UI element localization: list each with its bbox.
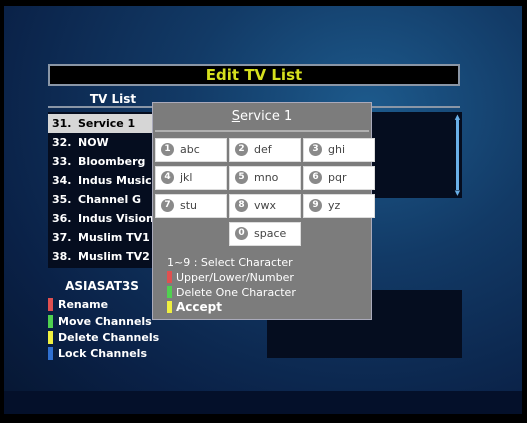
legend-label: Delete Channels [58,331,160,344]
key-2[interactable]: 2 def [229,138,301,162]
hint-label: Upper/Lower/Number [176,271,294,284]
legend-lock-channels[interactable]: Lock Channels [48,346,147,362]
preview-panel [370,112,462,198]
rename-dialog: Service 1 1 abc 2 def 3 ghi 4 jkl 5 mno 6 pqr … [152,102,375,320]
hint-accept: Accept [167,300,222,315]
channel-name: Service 1 [78,117,136,130]
key-8[interactable]: 8 vwx [229,194,301,218]
channel-number: 37. [52,231,72,244]
title-rest: ervice 1 [240,109,293,124]
hint-label: Delete One Character [176,286,296,299]
red-key-icon [167,271,172,283]
channel-row[interactable]: 38. Muslim TV2 [48,247,156,266]
satellite-name: ASIASAT3S [65,279,139,293]
hint-select-character: 1~9 : Select Character [167,255,293,270]
key-5[interactable]: 5 mno [229,166,301,190]
key-number-icon: 3 [309,142,322,156]
yellow-key-icon [48,330,53,344]
yellow-key-icon [167,300,172,313]
key-label: space [254,227,287,240]
key-label: vwx [254,199,277,212]
page-title: Edit TV List [48,64,460,86]
bottom-band [4,391,522,414]
key-label: jkl [180,171,193,184]
key-label: abc [180,143,200,156]
key-0-space[interactable]: 0 space [229,222,301,246]
channel-name: Muslim TV1 [78,231,150,244]
green-key-icon [48,314,53,328]
channel-name: Muslim TV2 [78,250,150,263]
channel-number: 35. [52,193,72,206]
title-first-letter: S [231,109,241,124]
hint-delete-character: Delete One Character [167,285,296,300]
key-number-icon: 5 [235,170,248,184]
key-number-icon: 2 [235,142,248,156]
channel-row[interactable]: 31. Service 1 [48,114,156,133]
dialog-divider [155,130,369,132]
channel-number: 38. [52,250,72,263]
channel-number: 31. [52,117,72,130]
legend-rename[interactable]: Rename [48,297,108,313]
channel-name: NOW [78,136,109,149]
key-label: mno [254,171,279,184]
channel-name: Channel G [78,193,142,206]
channel-number: 34. [52,174,72,187]
key-6[interactable]: 6 pqr [303,166,375,190]
key-9[interactable]: 9 yz [303,194,375,218]
legend-delete-channels[interactable]: Delete Channels [48,330,159,346]
channel-row[interactable]: 32. NOW [48,133,156,152]
key-number-icon: 0 [235,226,248,240]
blue-key-icon [48,346,53,360]
channel-row[interactable]: 37. Muslim TV1 [48,228,156,247]
legend-move-channels[interactable]: Move Channels [48,314,152,330]
key-label: ghi [328,143,346,156]
key-number-icon: 4 [161,170,174,184]
key-3[interactable]: 3 ghi [303,138,375,162]
dialog-title: Service 1 [153,105,371,129]
channel-row[interactable]: 33. Bloomberg [48,152,156,171]
channel-number: 32. [52,136,72,149]
hint-label: Accept [176,300,222,314]
key-number-icon: 7 [161,198,174,212]
scrollbar[interactable] [456,118,459,190]
red-key-icon [48,297,53,311]
channel-row[interactable]: 36. Indus Vision [48,209,156,228]
channel-name: Indus Vision [78,212,154,225]
channel-row[interactable]: 34. Indus Music [48,171,156,190]
channel-name: Bloomberg [78,155,146,168]
channel-name: Indus Music [78,174,152,187]
channel-row[interactable]: 35. Channel G [48,190,156,209]
scroll-down-icon[interactable]: ▼ [453,190,462,197]
key-number-icon: 1 [161,142,174,156]
channel-number: 33. [52,155,72,168]
channel-list: 31. Service 1 32. NOW 33. Bloomberg 34. Indu… [48,112,156,268]
hint-upper-lower: Upper/Lower/Number [167,270,294,285]
key-label: stu [180,199,198,212]
hint-label: 1~9 : Select Character [167,256,293,269]
legend-label: Move Channels [58,315,152,328]
legend-label: Rename [58,298,109,311]
key-number-icon: 8 [235,198,248,212]
key-label: yz [328,199,341,212]
key-4[interactable]: 4 jkl [155,166,227,190]
legend-label: Lock Channels [58,347,147,360]
key-label: pqr [328,171,347,184]
green-key-icon [167,286,172,298]
key-1[interactable]: 1 abc [155,138,227,162]
key-7[interactable]: 7 stu [155,194,227,218]
key-number-icon: 9 [309,198,322,212]
key-number-icon: 6 [309,170,322,184]
channel-number: 36. [52,212,72,225]
key-label: def [254,143,272,156]
